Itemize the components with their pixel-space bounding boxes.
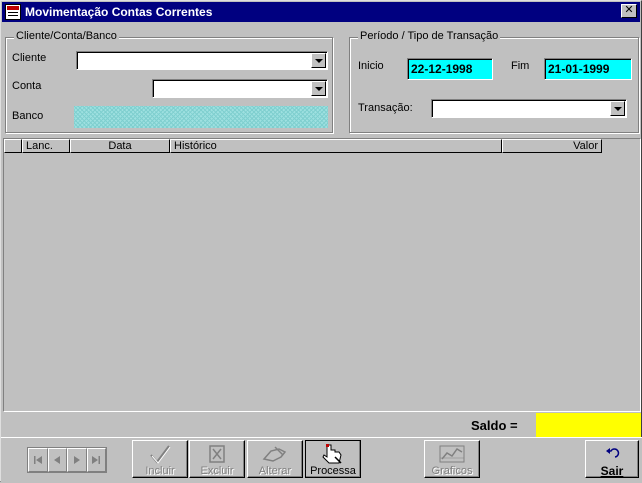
delete-icon [190,443,244,465]
col-lanc-header[interactable]: Lanc. [22,139,70,153]
excluir-button[interactable]: Excluir [189,440,245,478]
edit-hand-icon [248,443,302,465]
col-historico-header[interactable]: Histórico [170,139,502,153]
processa-label: Processa [310,465,356,477]
first-record-icon[interactable] [28,448,48,472]
saldo-label: Saldo = [471,418,518,433]
window-title: Movimentação Contas Correntes [25,5,213,19]
prev-record-icon[interactable] [47,448,67,472]
inicio-date-field[interactable]: 22-12-1998 [407,58,493,80]
cliente-dropdown-icon[interactable] [311,53,326,68]
graficos-button[interactable]: Graficos [424,440,480,478]
last-record-icon[interactable] [86,448,106,472]
periodo-group-legend: Período / Tipo de Transação [358,30,501,42]
fim-label: Fim [511,60,530,72]
next-record-icon[interactable] [67,448,87,472]
sair-button[interactable]: Sair [585,440,639,478]
saldo-value [536,413,641,437]
grid-header: Lanc. Data Histórico Valor [4,139,604,153]
record-navigator [27,447,107,473]
chart-icon [425,443,479,465]
transacao-label: Transação: [358,102,413,114]
transacao-dropdown-icon[interactable] [610,101,625,116]
conta-dropdown-icon[interactable] [311,81,326,96]
app-icon[interactable] [5,4,21,20]
incluir-button[interactable]: Incluir [132,440,188,478]
inicio-label: Inicio [358,60,384,72]
title-bar: Movimentação Contas Correntes ✕ [2,2,640,22]
processa-button[interactable]: Processa [305,440,361,478]
periodo-group: Período / Tipo de Transação Inicio 22-12… [349,30,639,133]
cliente-label: Cliente [12,52,47,64]
col-data-header[interactable]: Data [70,139,170,153]
incluir-label: Incluir [145,465,175,477]
transactions-grid[interactable]: Lanc. Data Histórico Valor [3,138,641,412]
conta-combo[interactable] [152,79,328,98]
banco-label: Banco [12,110,44,122]
fim-date-field[interactable]: 21-01-1999 [544,58,632,80]
process-hand-icon [306,443,360,465]
cliente-group: Cliente/Conta/Banco Cliente Conta Banco [5,30,333,133]
transacao-combo[interactable] [431,99,627,118]
check-icon [133,443,187,465]
exit-arrow-icon [586,443,638,465]
close-icon[interactable]: ✕ [621,4,637,18]
sair-label: Sair [600,464,624,478]
alterar-button[interactable]: Alterar [247,440,303,478]
graficos-label: Graficos [431,465,473,477]
cliente-group-legend: Cliente/Conta/Banco [14,30,119,42]
cliente-combo[interactable] [76,51,328,70]
conta-label: Conta [12,80,42,92]
banco-field [74,106,328,128]
alterar-label: Alterar [258,465,292,477]
col-valor-header[interactable]: Valor [502,139,602,153]
main-window: Movimentação Contas Correntes ✕ Cliente/… [0,0,642,483]
grid-corner [4,139,22,153]
excluir-label: Excluir [200,465,234,477]
